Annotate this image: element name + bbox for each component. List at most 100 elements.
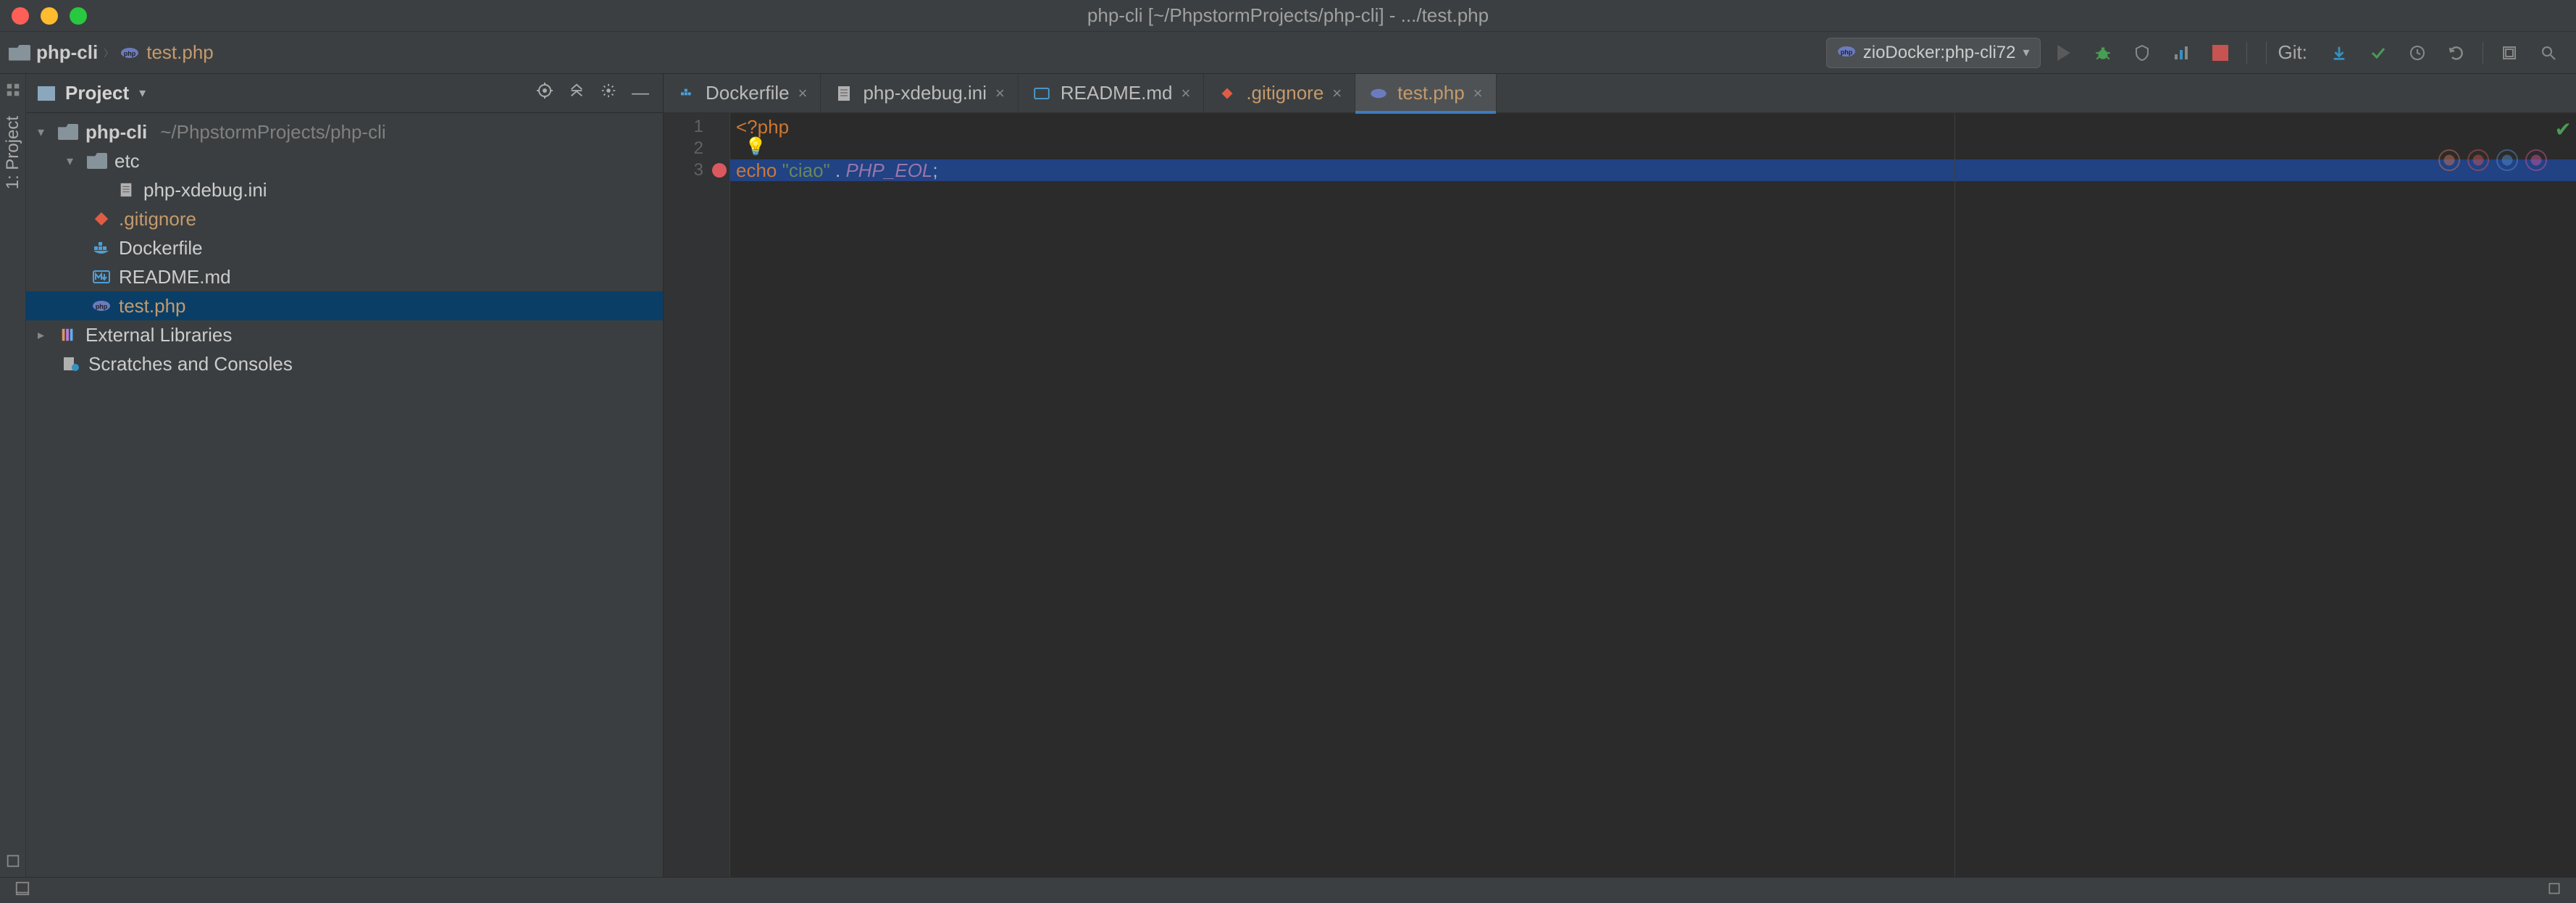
close-tab-icon[interactable]: × bbox=[798, 84, 808, 103]
line-number-breakpoint[interactable]: 3 bbox=[664, 159, 729, 181]
tree-scratches[interactable]: Scratches and Consoles bbox=[26, 349, 663, 378]
tab-label: php-xdebug.ini bbox=[863, 82, 987, 104]
navigation-bar: php-cli 〉 php test.php php zioDocker:php… bbox=[0, 32, 2576, 74]
tree-external-libraries[interactable]: ▸ External Libraries bbox=[26, 320, 663, 349]
avatar[interactable] bbox=[2525, 149, 2547, 171]
markdown-file-icon bbox=[91, 267, 112, 286]
tab-testphp[interactable]: test.php × bbox=[1355, 74, 1496, 112]
tab-xdebug-ini[interactable]: php-xdebug.ini × bbox=[821, 74, 1018, 112]
line-number-gutter: 1 2 3 bbox=[664, 113, 730, 877]
code-token: . bbox=[830, 159, 846, 182]
tab-readme[interactable]: README.md × bbox=[1019, 74, 1204, 112]
locate-file-button[interactable] bbox=[534, 82, 556, 104]
tree-file-readme[interactable]: README.md bbox=[26, 262, 663, 291]
breadcrumb-separator-icon: 〉 bbox=[104, 46, 113, 59]
structure-tool-icon[interactable] bbox=[4, 81, 22, 99]
debug-button[interactable] bbox=[2090, 40, 2116, 66]
tree-file-gitignore[interactable]: .gitignore bbox=[26, 204, 663, 233]
run-button[interactable] bbox=[2051, 40, 2077, 66]
expand-arrow-icon[interactable]: ▾ bbox=[67, 154, 80, 169]
tree-file-dockerfile[interactable]: Dockerfile bbox=[26, 233, 663, 262]
tree-item-label: etc bbox=[114, 150, 140, 172]
tree-file-xdebug-ini[interactable]: php-xdebug.ini bbox=[26, 175, 663, 204]
ini-file-icon bbox=[834, 84, 854, 103]
git-history-button[interactable] bbox=[2404, 40, 2430, 66]
tree-file-testphp[interactable]: php test.php bbox=[26, 291, 663, 320]
code-area[interactable]: 1 2 3 <?php echo "ciao" . PHP_EOL; 💡 bbox=[664, 113, 2576, 877]
tab-label: .gitignore bbox=[1246, 82, 1323, 104]
inspection-ok-icon[interactable]: ✔ bbox=[2555, 117, 2572, 141]
breadcrumb: php-cli 〉 php test.php bbox=[0, 41, 1826, 64]
library-icon bbox=[58, 325, 78, 344]
close-tab-icon[interactable]: × bbox=[995, 84, 1005, 103]
code-token: echo bbox=[736, 159, 782, 182]
ide-errors-button[interactable] bbox=[2496, 40, 2522, 66]
tree-project-root[interactable]: ▾ php-cli ~/PhpstormProjects/php-cli bbox=[26, 117, 663, 146]
close-window-icon[interactable] bbox=[12, 7, 29, 25]
favorites-tool-icon[interactable] bbox=[4, 852, 22, 870]
run-configuration-dropdown[interactable]: php zioDocker:php-cli72 ▾ bbox=[1826, 38, 2041, 68]
docker-file-icon bbox=[677, 84, 697, 103]
expand-arrow-icon[interactable]: ▸ bbox=[38, 328, 51, 343]
close-tab-icon[interactable]: × bbox=[1332, 84, 1342, 103]
tree-folder-etc[interactable]: ▾ etc bbox=[26, 146, 663, 175]
collapse-all-button[interactable] bbox=[566, 83, 587, 104]
svg-text:php: php bbox=[96, 303, 108, 310]
status-bar bbox=[0, 877, 2576, 903]
php-file-icon bbox=[1368, 84, 1389, 103]
project-tree: ▾ php-cli ~/PhpstormProjects/php-cli ▾ e… bbox=[26, 113, 663, 877]
project-tool-tab[interactable]: 1: Project bbox=[3, 109, 23, 196]
breadcrumb-root[interactable]: php-cli bbox=[9, 41, 98, 64]
git-pull-button[interactable] bbox=[2326, 40, 2352, 66]
avatar[interactable] bbox=[2496, 149, 2518, 171]
git-label: Git: bbox=[2266, 41, 2307, 64]
folder-icon bbox=[87, 153, 107, 169]
wrap-guide bbox=[1954, 113, 1955, 877]
code-token: <?php bbox=[736, 116, 789, 138]
status-left-icon[interactable] bbox=[14, 881, 30, 901]
tree-item-label: test.php bbox=[119, 295, 186, 317]
left-tool-stripe: 1: Project bbox=[0, 74, 26, 877]
avatar[interactable] bbox=[2438, 149, 2460, 171]
inspection-gutter: ✔ bbox=[2555, 117, 2572, 141]
avatar[interactable] bbox=[2467, 149, 2489, 171]
code-token: PHP_EOL bbox=[845, 159, 932, 182]
gear-file-icon bbox=[116, 180, 136, 199]
php-file-icon: php bbox=[91, 296, 112, 315]
run-with-coverage-button[interactable] bbox=[2129, 40, 2155, 66]
presence-avatars bbox=[2438, 149, 2547, 171]
code-content[interactable]: <?php echo "ciao" . PHP_EOL; 💡 bbox=[730, 113, 2576, 877]
line-number[interactable]: 1 bbox=[664, 116, 729, 138]
search-everywhere-button[interactable] bbox=[2535, 40, 2562, 66]
docker-file-icon bbox=[91, 238, 112, 257]
tree-item-label: Scratches and Consoles bbox=[88, 353, 293, 375]
minimize-window-icon[interactable] bbox=[41, 7, 58, 25]
git-commit-button[interactable] bbox=[2365, 40, 2391, 66]
minimize-panel-button[interactable]: — bbox=[630, 83, 651, 104]
editor-tabs: Dockerfile × php-xdebug.ini × README.md … bbox=[664, 74, 2576, 113]
chevron-down-icon: ▾ bbox=[2023, 45, 2030, 60]
breadcrumb-file-label: test.php bbox=[146, 41, 214, 64]
breadcrumb-file[interactable]: php test.php bbox=[119, 41, 214, 64]
tree-root-path: ~/PhpstormProjects/php-cli bbox=[160, 121, 385, 143]
project-panel-header: Project ▾ — bbox=[26, 74, 663, 113]
profile-button[interactable] bbox=[2168, 40, 2194, 66]
tab-gitignore[interactable]: .gitignore × bbox=[1204, 74, 1355, 112]
settings-button[interactable] bbox=[598, 83, 619, 104]
close-tab-icon[interactable]: × bbox=[1181, 84, 1190, 103]
intention-bulb-icon[interactable]: 💡 bbox=[745, 136, 766, 157]
maximize-window-icon[interactable] bbox=[70, 7, 87, 25]
close-tab-icon[interactable]: × bbox=[1473, 84, 1483, 103]
expand-arrow-icon[interactable]: ▾ bbox=[38, 125, 51, 140]
status-right-icon[interactable] bbox=[2547, 881, 2562, 900]
folder-icon bbox=[9, 45, 30, 61]
code-token: ; bbox=[932, 159, 937, 182]
git-revert-button[interactable] bbox=[2443, 40, 2470, 66]
folder-icon bbox=[58, 124, 78, 140]
svg-text:php: php bbox=[124, 50, 136, 57]
line-number[interactable]: 2 bbox=[664, 138, 729, 159]
tab-dockerfile[interactable]: Dockerfile × bbox=[664, 74, 821, 112]
chevron-down-icon[interactable]: ▾ bbox=[139, 86, 146, 101]
stop-button[interactable] bbox=[2207, 40, 2233, 66]
tree-item-label: README.md bbox=[119, 266, 231, 288]
